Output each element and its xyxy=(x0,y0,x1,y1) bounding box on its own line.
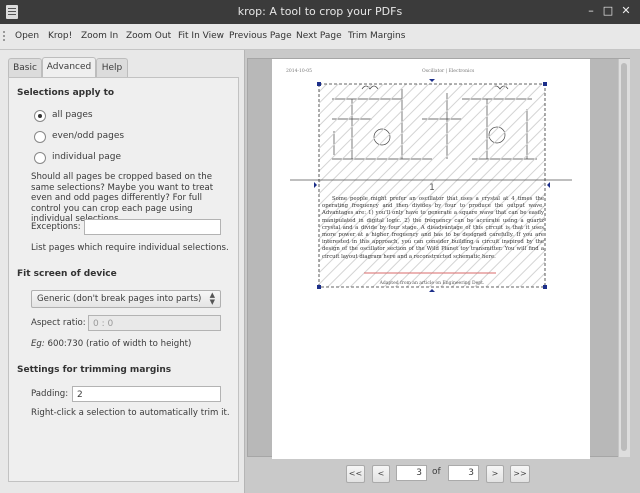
current-page-input[interactable]: 3 xyxy=(396,465,427,481)
selection-handle-top-right[interactable] xyxy=(543,82,547,86)
exceptions-input[interactable] xyxy=(84,219,221,235)
selection-handle-top-left[interactable] xyxy=(317,82,321,86)
individual-page-label[interactable]: individual page xyxy=(52,152,121,162)
aspect-ratio-label: Aspect ratio: xyxy=(31,318,86,328)
zoom-in-button[interactable]: Zoom In xyxy=(81,31,118,41)
pdf-body-text: Some people might prefer an oscillator t… xyxy=(322,196,544,260)
exceptions-hint: List pages which require individual sele… xyxy=(31,243,229,253)
pdf-header-left: 2014-10-05 xyxy=(286,68,312,74)
next-page-nav-button[interactable]: > xyxy=(486,465,504,483)
zoom-out-button[interactable]: Zoom Out xyxy=(126,31,171,41)
tab-help[interactable]: Help xyxy=(96,58,128,77)
pdf-page: 2014-10-05 Oscillator | Electronics 1 So… xyxy=(272,59,590,459)
exceptions-label: Exceptions: xyxy=(31,222,81,232)
fit-in-view-button[interactable]: Fit In View xyxy=(178,31,224,41)
all-pages-radio[interactable] xyxy=(34,110,46,122)
pdf-header-center: Oscillator | Electronics xyxy=(422,68,475,74)
scrollbar-thumb[interactable] xyxy=(621,63,627,451)
fit-screen-heading: Fit screen of device xyxy=(17,269,117,279)
pdf-page-canvas: 2014-10-05 Oscillator | Electronics 1 So… xyxy=(286,68,572,292)
padding-input[interactable]: 2 xyxy=(72,386,221,402)
aspect-example-prefix: Eg: xyxy=(31,339,45,349)
pdf-page-number: 1 xyxy=(429,183,435,193)
trim-hint: Right-click a selection to automatically… xyxy=(31,408,230,418)
pdf-footnote: Adapted from an article on Engineering D… xyxy=(379,280,485,286)
prev-page-button[interactable]: < xyxy=(372,465,390,483)
title-bar: krop: A tool to crop your PDFs – □ ✕ xyxy=(0,0,640,24)
all-pages-label[interactable]: all pages xyxy=(52,110,93,120)
trimming-heading: Settings for trimming margins xyxy=(17,365,172,375)
device-select-value: Generic (don't break pages into parts) xyxy=(37,294,202,304)
aspect-ratio-input[interactable]: 0 : 0 xyxy=(88,315,221,331)
toolbar: Open Krop! Zoom In Zoom Out Fit In View … xyxy=(0,24,640,50)
minimize-icon[interactable]: – xyxy=(584,4,598,18)
krop-button[interactable]: Krop! xyxy=(48,31,72,41)
combo-arrows-icon: ▲ ▼ xyxy=(209,291,215,306)
padding-label: Padding: xyxy=(31,389,69,399)
window-title: krop: A tool to crop your PDFs xyxy=(237,5,403,18)
toolbar-grip-icon[interactable] xyxy=(3,31,7,41)
device-select[interactable]: Generic (don't break pages into parts) ▲… xyxy=(31,290,221,308)
vertical-scrollbar[interactable] xyxy=(618,59,630,457)
selection-handle-bottom-right[interactable] xyxy=(543,285,547,289)
pdf-body-object: Some people might prefer an oscillator t… xyxy=(322,196,544,260)
aspect-example-text: 600:730 (ratio of width to height) xyxy=(44,339,192,349)
selection-handle-left[interactable] xyxy=(314,182,317,188)
aspect-example: Eg: 600:730 (ratio of width to height) xyxy=(31,339,191,350)
individual-page-radio[interactable] xyxy=(34,152,46,164)
tab-basic[interactable]: Basic xyxy=(8,58,42,77)
open-button[interactable]: Open xyxy=(15,31,39,41)
selections-heading: Selections apply to xyxy=(17,88,115,98)
first-page-button[interactable]: << xyxy=(346,465,365,483)
selection-handle-right[interactable] xyxy=(547,182,550,188)
selections-description: Should all pages be cropped based on the… xyxy=(31,172,214,224)
even-odd-label[interactable]: even/odd pages xyxy=(52,131,124,141)
tab-advanced[interactable]: Advanced xyxy=(42,57,96,77)
total-pages-field: 3 xyxy=(448,465,479,481)
previous-page-button[interactable]: Previous Page xyxy=(229,31,292,41)
even-odd-radio[interactable] xyxy=(34,131,46,143)
close-icon[interactable]: ✕ xyxy=(619,4,633,18)
selection-handle-top[interactable] xyxy=(429,79,435,82)
maximize-icon[interactable]: □ xyxy=(601,4,615,18)
selection-handle-bottom-left[interactable] xyxy=(317,285,321,289)
last-page-button[interactable]: >> xyxy=(510,465,530,483)
trim-margins-button[interactable]: Trim Margins xyxy=(348,31,405,41)
selection-handle-bottom[interactable] xyxy=(429,289,435,292)
pagination-of-label: of xyxy=(432,467,441,477)
next-page-button[interactable]: Next Page xyxy=(296,31,342,41)
